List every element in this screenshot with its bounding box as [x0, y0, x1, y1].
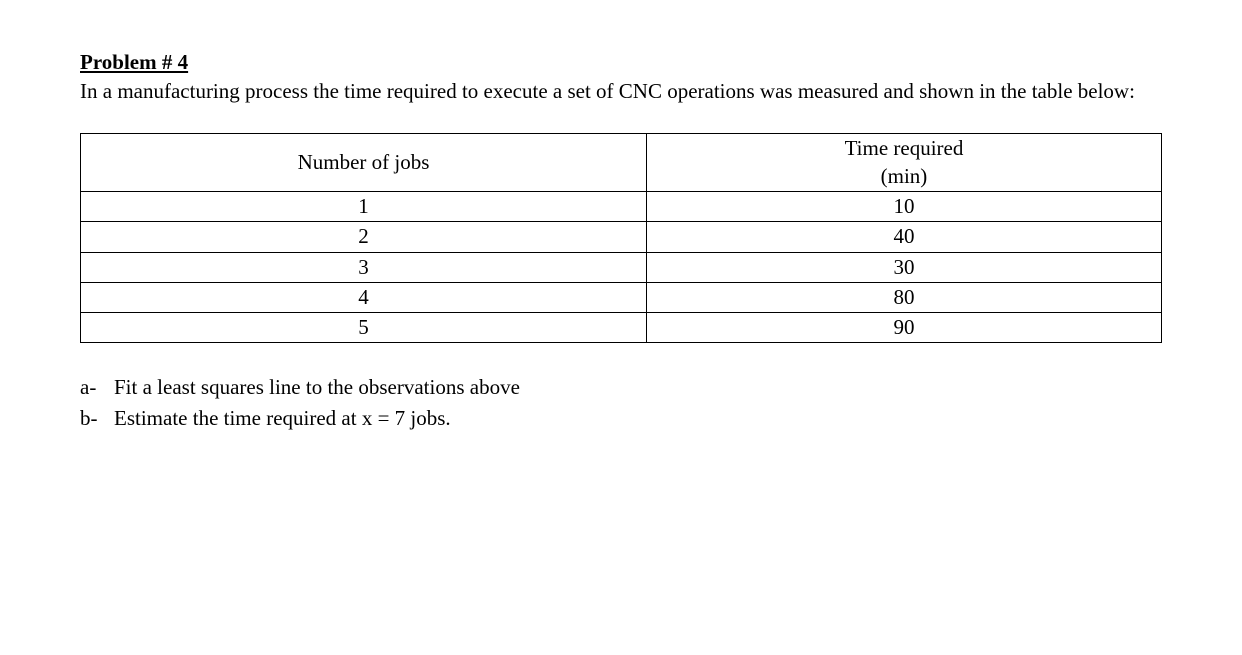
cell-jobs: 1	[81, 191, 647, 221]
cell-time: 40	[646, 222, 1161, 252]
table-row: 5 90	[81, 313, 1162, 343]
header-time-line2: (min)	[881, 164, 928, 188]
question-b: b- Estimate the time required at x = 7 j…	[80, 404, 1162, 432]
table-row: 4 80	[81, 282, 1162, 312]
question-a-text: Fit a least squares line to the observat…	[114, 373, 1162, 401]
question-b-text: Estimate the time required at x = 7 jobs…	[114, 404, 1162, 432]
question-a-label: a-	[80, 373, 114, 401]
question-a: a- Fit a least squares line to the obser…	[80, 373, 1162, 401]
header-jobs: Number of jobs	[81, 134, 647, 192]
problem-title: Problem # 4	[80, 50, 1162, 75]
cell-jobs: 5	[81, 313, 647, 343]
table-row: 2 40	[81, 222, 1162, 252]
problem-description: In a manufacturing process the time requ…	[80, 77, 1162, 105]
cell-jobs: 3	[81, 252, 647, 282]
cell-time: 90	[646, 313, 1161, 343]
cell-time: 30	[646, 252, 1161, 282]
cell-time: 10	[646, 191, 1161, 221]
table-header-row: Number of jobs Time required (min)	[81, 134, 1162, 192]
table-row: 3 30	[81, 252, 1162, 282]
question-b-label: b-	[80, 404, 114, 432]
cell-jobs: 2	[81, 222, 647, 252]
header-time: Time required (min)	[646, 134, 1161, 192]
table-row: 1 10	[81, 191, 1162, 221]
data-table: Number of jobs Time required (min) 1 10 …	[80, 133, 1162, 343]
questions-list: a- Fit a least squares line to the obser…	[80, 373, 1162, 432]
header-time-line1: Time required	[845, 136, 964, 160]
cell-time: 80	[646, 282, 1161, 312]
cell-jobs: 4	[81, 282, 647, 312]
